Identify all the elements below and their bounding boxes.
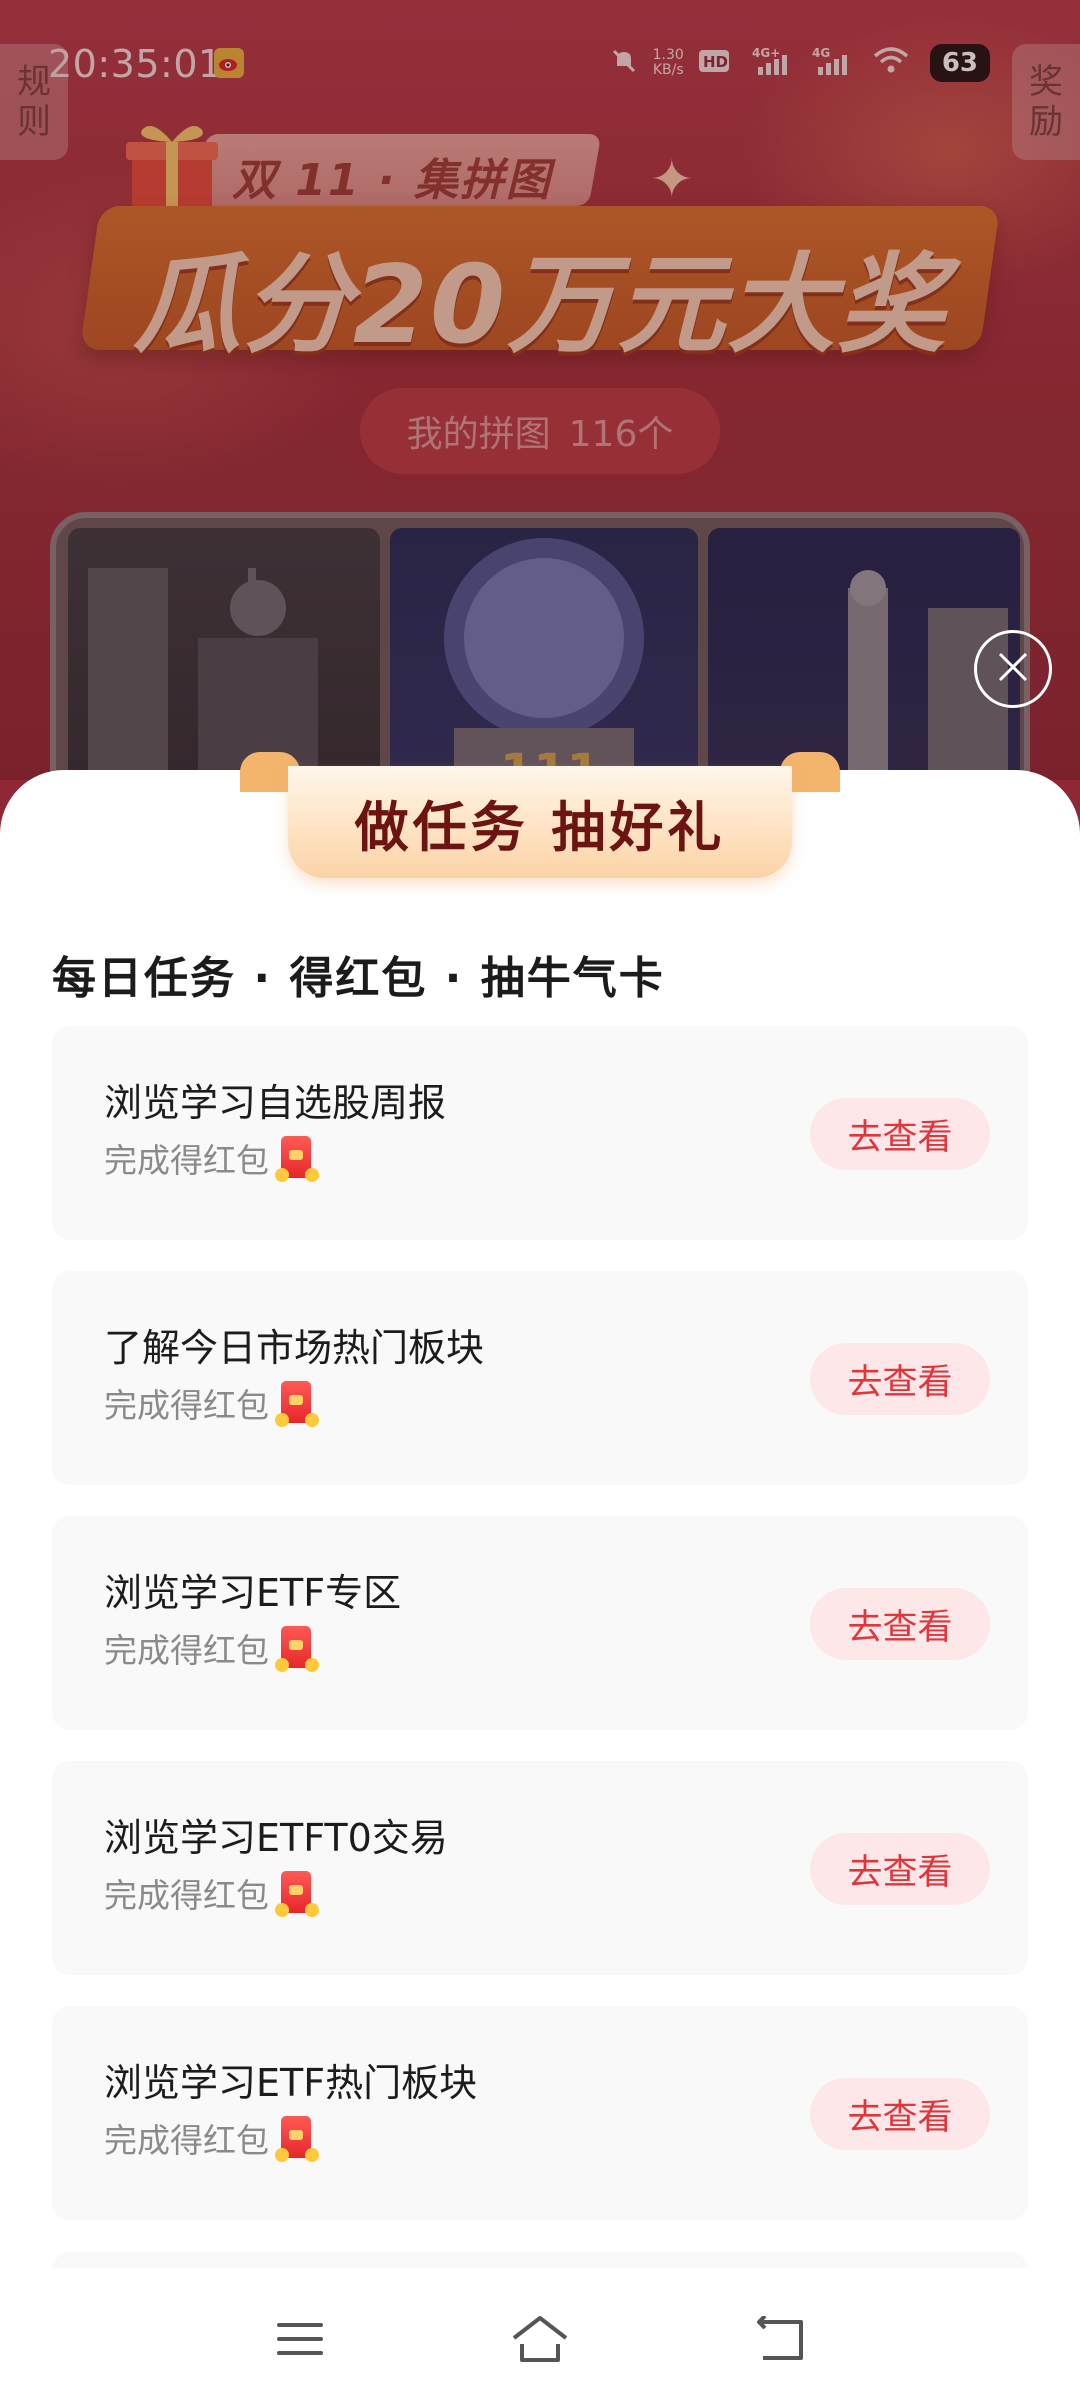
task-reward: 完成得红包 [104, 1379, 319, 1427]
menu-button[interactable] [265, 2306, 335, 2376]
task-card: 浏览学习ETFT0交易 完成得红包 去查看 [52, 1761, 1028, 1975]
view-task-button[interactable]: 去查看 [810, 2078, 990, 2150]
task-reward-label: 完成得红包 [104, 2121, 269, 2160]
task-card: 浏览学习ETF热门板块 完成得红包 去查看 [52, 2006, 1028, 2220]
task-reward-label: 完成得红包 [104, 1631, 269, 1670]
task-name: 浏览学习ETF热门板块 [104, 2061, 478, 2105]
red-envelope-icon [275, 1624, 319, 1672]
view-task-button[interactable]: 去查看 [810, 1833, 990, 1905]
back-icon [755, 2314, 805, 2366]
view-task-button[interactable]: 去查看 [810, 1098, 990, 1170]
task-reward-label: 完成得红包 [104, 1876, 269, 1915]
task-name: 浏览学习ETFT0交易 [104, 1816, 448, 1860]
task-reward: 完成得红包 [104, 1624, 319, 1672]
menu-icon [275, 2319, 325, 2363]
task-card: 了解今日市场热门板块 完成得红包 去查看 [52, 1271, 1028, 1485]
task-card: 浏览学习ETF专区 完成得红包 去查看 [52, 1516, 1028, 1730]
home-button[interactable] [505, 2306, 575, 2376]
task-name: 了解今日市场热门板块 [104, 1326, 485, 1370]
dim-overlay [0, 0, 1080, 780]
section-title: 每日任务 · 得红包 · 抽牛气卡 [52, 953, 665, 1004]
red-envelope-icon [275, 2114, 319, 2162]
task-name: 浏览学习自选股周报 [104, 1081, 447, 1125]
sheet-title-ribbon: 做任务 抽好礼 [240, 752, 840, 882]
view-task-button[interactable]: 去查看 [810, 1588, 990, 1660]
task-card: 浏览学习自选股周报 完成得红包 去查看 [52, 1026, 1028, 1240]
task-reward-label: 完成得红包 [104, 1386, 269, 1425]
back-button[interactable] [745, 2306, 815, 2376]
task-reward: 完成得红包 [104, 1869, 319, 1917]
view-task-button[interactable]: 去查看 [810, 1343, 990, 1415]
task-reward: 完成得红包 [104, 2114, 319, 2162]
task-reward-label: 完成得红包 [104, 1141, 269, 1180]
close-button[interactable] [974, 630, 1052, 708]
red-envelope-icon [275, 1869, 319, 1917]
sheet-title: 做任务 抽好礼 [288, 766, 792, 878]
home-icon [510, 2314, 570, 2368]
close-icon [995, 649, 1031, 689]
task-name: 浏览学习ETF专区 [104, 1571, 402, 1615]
red-envelope-icon [275, 1134, 319, 1182]
system-nav-bar [0, 2268, 1080, 2408]
task-reward: 完成得红包 [104, 1134, 319, 1182]
red-envelope-icon [275, 1379, 319, 1427]
